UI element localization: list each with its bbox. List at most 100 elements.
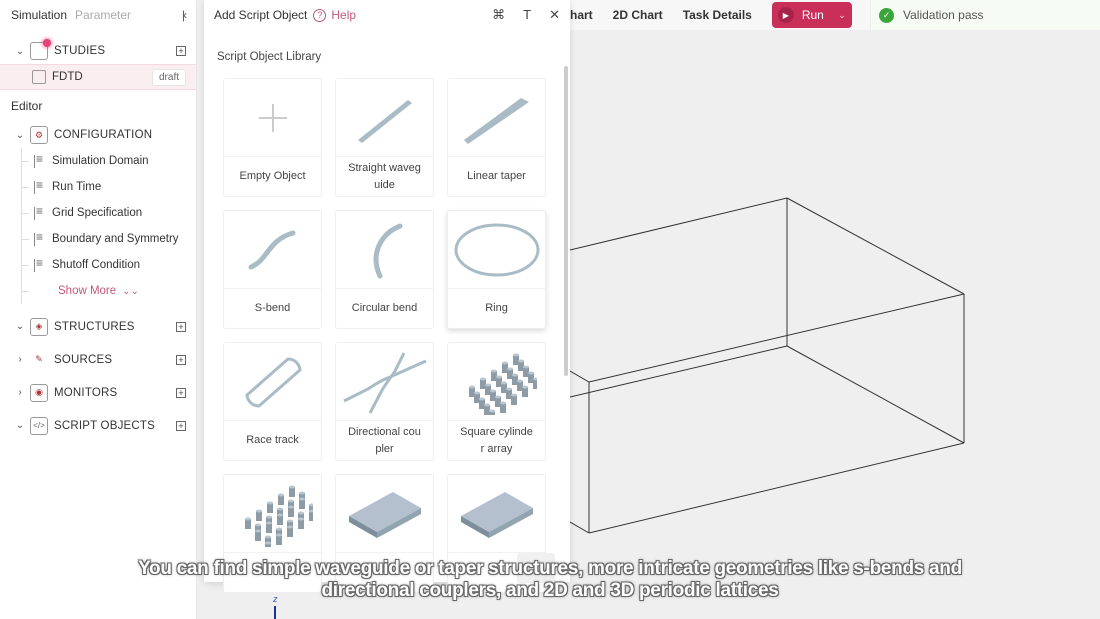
config-item-grid-specification[interactable]: Grid Specification xyxy=(0,200,196,226)
cylinder-top xyxy=(264,541,271,544)
cylinder-top xyxy=(286,519,293,522)
chevron-down-icon[interactable]: ⌄ xyxy=(14,130,26,141)
simulation-domain-wireframe xyxy=(569,197,965,534)
play-icon: ▶ xyxy=(777,7,794,23)
monitors-label: MONITORS xyxy=(54,386,118,399)
script-object-card[interactable]: Circular bend xyxy=(335,210,434,329)
cylinder-top xyxy=(297,511,304,514)
chevron-right-icon[interactable]: › xyxy=(14,387,26,398)
s-bend-icon xyxy=(248,230,295,269)
validation-status: ✓ Validation pass xyxy=(870,0,1100,30)
help-link[interactable]: Help xyxy=(331,8,356,22)
tab-task-details[interactable]: Task Details xyxy=(673,8,762,22)
chevron-down-icon[interactable]: ⌄ xyxy=(838,10,846,21)
cylinder-top xyxy=(277,493,284,496)
script-object-card[interactable]: Linear taper xyxy=(447,78,546,197)
config-item-simulation-domain[interactable]: Simulation Domain xyxy=(0,148,196,174)
run-button[interactable]: ▶ Run ⌄ xyxy=(771,2,852,28)
script-object-card[interactable]: Ring xyxy=(447,210,546,329)
cylinder-top xyxy=(499,401,506,404)
script-object-card[interactable]: Empty Object xyxy=(223,78,322,197)
top-bar: hart 2D Chart Task Details ▶ Run ⌄ ✓ Val… xyxy=(570,0,1100,30)
chevron-right-icon[interactable]: › xyxy=(14,354,26,365)
cylinder-top xyxy=(516,379,523,382)
cylinder-top xyxy=(510,393,517,396)
cylinder-top xyxy=(276,513,283,516)
help-circle-icon[interactable]: ? xyxy=(313,8,327,22)
add-structure-button[interactable]: + xyxy=(176,321,186,332)
add-source-button[interactable]: + xyxy=(176,354,186,365)
dialog-scrollbar[interactable] xyxy=(564,66,568,376)
left-tabs: Simulation Parameter |‹ xyxy=(0,0,196,30)
config-item-shutoff-condition[interactable]: Shutoff Condition xyxy=(0,252,196,278)
cylinder-top xyxy=(505,387,512,390)
script-object-card[interactable]: Directional cou pler xyxy=(335,342,434,461)
cylinder-top xyxy=(298,491,305,494)
cylinder xyxy=(532,378,537,389)
left-panel: Simulation Parameter |‹ ⌄ STUDIES + FDTD… xyxy=(0,0,197,619)
tab-parameter[interactable]: Parameter xyxy=(75,8,131,22)
monitors-icon: ◉ xyxy=(30,383,48,402)
script-object-card[interactable]: Square cylinde r array xyxy=(447,342,546,461)
sources-row[interactable]: › ✎ SOURCES + xyxy=(0,343,196,376)
script-object-card[interactable]: Straight waveg uide xyxy=(335,78,434,197)
monitors-row[interactable]: › ◉ MONITORS + xyxy=(0,376,196,409)
cylinder-top xyxy=(473,391,480,394)
slab-lattice-icon xyxy=(460,491,533,538)
configuration-icon: ⚙ xyxy=(30,126,48,144)
add-monitor-button[interactable]: + xyxy=(176,387,186,398)
fdtd-icon xyxy=(32,70,46,84)
cylinder-top xyxy=(479,377,486,380)
script-object-card[interactable]: S-bend xyxy=(223,210,322,329)
cylinder-top xyxy=(489,389,496,392)
hex-cylinder-array-icon xyxy=(244,485,313,547)
directional-coupler-icon xyxy=(342,351,427,414)
chevron-down-icon[interactable]: ⌄ xyxy=(14,420,26,431)
cylinder-top xyxy=(254,523,261,526)
status-badge: draft xyxy=(151,68,186,86)
chevron-down-icon[interactable]: ⌄ xyxy=(14,321,26,332)
script-objects-row[interactable]: ⌄ </> SCRIPT OBJECTS + xyxy=(0,409,196,442)
cylinder-top xyxy=(287,499,294,502)
tab-simulation[interactable]: Simulation xyxy=(11,8,67,22)
card-label: Straight waveg uide xyxy=(348,161,421,191)
collapse-left-icon[interactable]: |‹ xyxy=(182,8,187,22)
3d-viewport[interactable] xyxy=(569,30,1100,619)
straight-waveguide-icon xyxy=(357,99,412,143)
config-item-run-time[interactable]: Run Time xyxy=(0,174,196,200)
show-more-link[interactable]: Show More ⌄⌄ xyxy=(0,278,196,304)
structures-row[interactable]: ⌄ ◈ STRUCTURES + xyxy=(0,310,196,343)
cylinder-top xyxy=(490,369,497,372)
cylinder-top xyxy=(287,505,294,508)
cylinder xyxy=(308,510,313,521)
add-script-object-button[interactable]: + xyxy=(176,420,186,431)
config-item-boundary-symmetry[interactable]: Boundary and Symmetry xyxy=(0,226,196,252)
config-item-label: Shutoff Condition xyxy=(52,259,141,271)
text-icon[interactable]: T xyxy=(523,7,531,23)
studies-row[interactable]: ⌄ STUDIES + xyxy=(0,38,196,64)
caption-line-2: directional couplers, and 2D and 3D peri… xyxy=(321,580,779,601)
slab-lattice-icon xyxy=(348,491,421,538)
tab-2d-chart[interactable]: 2D Chart xyxy=(603,8,673,22)
studies-icon xyxy=(30,39,51,60)
dialog-header: Add Script Object ? Help ⌘ T ✕ xyxy=(204,0,570,30)
card-label: S-bend xyxy=(254,302,291,314)
cylinder-top xyxy=(522,365,529,368)
z-axis-arrow xyxy=(274,606,276,619)
card-label: Race track xyxy=(246,434,299,446)
add-study-button[interactable]: + xyxy=(176,46,186,56)
tab-chart[interactable]: hart xyxy=(570,8,603,22)
chevron-down-icon[interactable]: ⌄ xyxy=(14,46,26,57)
close-icon[interactable]: ✕ xyxy=(549,7,560,23)
studies-label: STUDIES xyxy=(54,45,106,57)
configuration-row[interactable]: ⌄ ⚙ CONFIGURATION xyxy=(0,122,196,148)
dialog-title: Add Script Object xyxy=(214,8,308,22)
cylinder-top xyxy=(265,515,272,518)
structures-icon: ◈ xyxy=(30,317,48,336)
study-item-fdtd[interactable]: FDTD draft xyxy=(0,64,196,90)
python-icon[interactable]: ⌘ xyxy=(492,7,505,23)
cylinder-top xyxy=(264,535,271,538)
cylinder-top xyxy=(484,383,491,386)
script-object-card[interactable]: Race track xyxy=(223,342,322,461)
double-chevron-down-icon: ⌄⌄ xyxy=(122,285,139,297)
